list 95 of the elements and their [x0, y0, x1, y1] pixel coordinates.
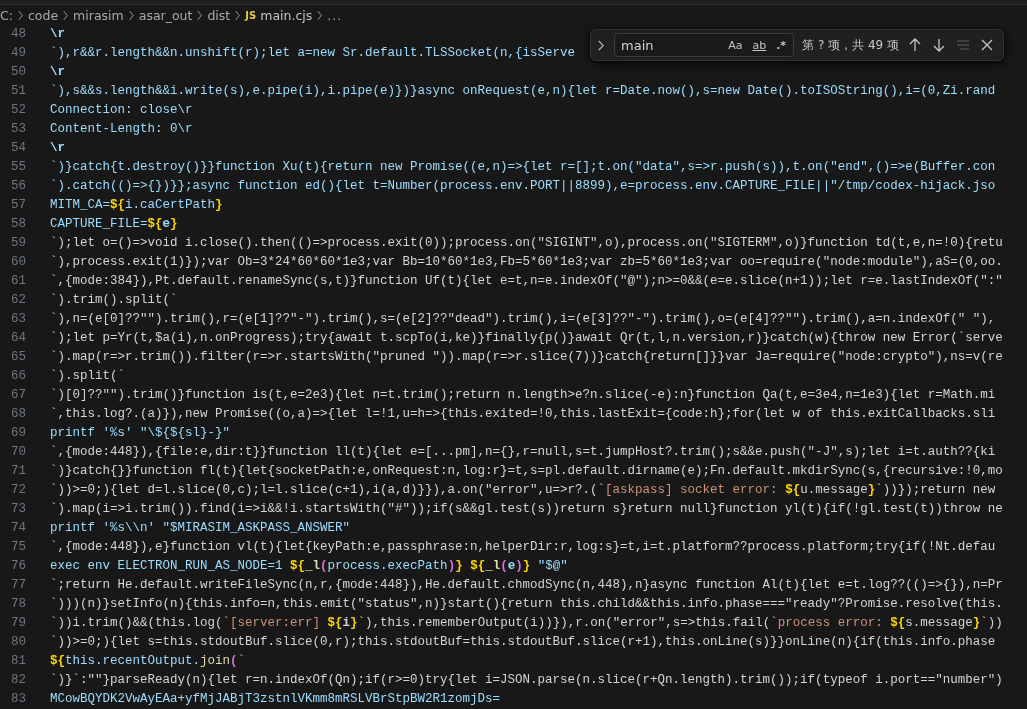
code-line: `)}`:""}parseReady(n){let r=n.indexOf(Qn);if(r>=0)try{let i=JSON.parse(n.slice(r+Qn.length).trim());if(typeof i.port=="number"): [50, 672, 1003, 689]
code-line: `)}catch{}}function fl(t){let{socketPath:e,onRequest:n,log:r}=t,s=pl.default.dirname(e);Fn.default.mkdirSync(s,{recursive:!0,mo: [50, 463, 1003, 480]
line-number: 56: [10, 178, 26, 195]
code-line: \r: [50, 64, 65, 81]
code-line: printf '%s' "\${${sl}-}": [50, 425, 231, 442]
code-line: `),s&&s.length&&i.write(s),e.pipe(i),i.pipe(e)})}async onRequest(e,n){let r=Date.now(),s=new Date().toISOString(),i=(0,Zi.rand: [50, 83, 996, 100]
line-number: 65: [10, 349, 26, 366]
code-line: printf '%s\\n' "$MIRASIM_ASKPASS_ANSWER": [50, 520, 351, 537]
breadcrumb-item[interactable]: code: [27, 7, 59, 23]
code-line: `))i.trim()&&(this.log(`[server:err] ${i}`),this.rememberOutput(i))}),r.on("error",s=>this.fail(`process error: ${s.message}`)): [50, 615, 1003, 632]
breadcrumb-item[interactable]: main.cjs: [260, 7, 313, 23]
line-number: 76: [10, 558, 26, 575]
line-number: 50: [10, 64, 26, 81]
arrow-down-icon[interactable]: [931, 37, 947, 53]
line-number: 83: [10, 691, 26, 708]
line-number: 73: [10, 501, 26, 518]
line-number: 53: [10, 121, 26, 138]
chevron-icon: [16, 9, 24, 21]
code-line: `)))(n)}setInfo(n){this.info=n,this.emit("status",n)}start(){return this.child&&this.info.phase==="ready"?Promise.resolve(this.: [50, 596, 1003, 613]
code-line: `);let p=Yr(t,$a(i),n.onProgress);try{await t.scpTo(i,ke)}finally{p()}await Qr(t,l,n.version,r)}catch(w){throw new Error(`serve: [50, 330, 1003, 347]
code-line: `)}catch{t.destroy()}}function Xu(t){return new Promise((e,n)=>{let r=[];t.on("data",s=>r.push(s)),t.on("end",()=>e(Buffer.con: [50, 159, 996, 176]
code-line: `).map(i=>i.trim()).find(i=>i&&!i.startsWith("#"));if(s&&gl.test(s))return s}return null}function yl(t){if(!gl.test(t))throw ne: [50, 501, 1003, 518]
line-number: 71: [10, 463, 26, 480]
close-icon[interactable]: [979, 37, 995, 53]
line-number: 62: [10, 292, 26, 309]
line-number: 82: [10, 672, 26, 689]
toggle-replace-button[interactable]: [597, 38, 606, 52]
code-line: `),process.exit(1)});var Ob=3*24*60*60*1e3;var Bb=10*60*1e3,Fb=5*60*1e3;var zb=5*60*1e3;var oo=require("node:module"),aS=(0,oo.: [50, 254, 1003, 271]
code-line: `).map(r=>r.trim()).filter(r=>r.startsWith("pruned ")).map(r=>r.slice(7))}catch{return[]}}var Ja=require("node:crypto"),ns=v(re: [50, 349, 1003, 366]
code-line: `),n=(e[0]??"").trim(),r=(e[1]??"-").trim(),s=(e[2]??"dead").trim(),i=(e[3]??"-").trim(),o=(e[4]??"").trim(),a=n.indexOf(" "),: [50, 311, 996, 328]
find-option-toggle[interactable]: .*: [773, 37, 790, 53]
code-line: Connection: close\r: [50, 102, 193, 119]
code-line: `,this.log?.(a)}),new Promise((o,a)=>{let l=!1,u=h=>{this.exited=!0,this.lastExit={code:h};for(let w of this.exitCallbacks.sli: [50, 406, 996, 423]
code-line: exec env ELECTRON_RUN_AS_NODE=1 ${_l(process.execPath)} ${_l(e)} "$@": [50, 558, 568, 575]
code-line: `,{mode:448}),{file:e,dir:t}}function ll(t){let e=[...pm],n={},r=null,s=t.jumpHost?.trim();s&&e.push("-J",s);let i=t.auth??{ki: [50, 444, 996, 461]
find-input[interactable]: main Aa ab .*: [614, 33, 795, 57]
chevron-icon: [62, 9, 70, 21]
code-line: \r: [50, 26, 65, 43]
code-line: ${this.recentOutput.join(`: [50, 653, 246, 670]
line-number: 57: [10, 197, 26, 214]
line-number: 60: [10, 254, 26, 271]
line-number: 75: [10, 539, 26, 556]
code-line: `,{mode:448}),e}function vl(t){let{keyPath:e,passphrase:n,helperDir:r,log:s}=t,i=t.platform??process.platform;try{if(!Nt.defau: [50, 539, 996, 556]
code-line: Content-Length: 0\r: [50, 121, 193, 138]
line-number: 81: [10, 653, 26, 670]
code-line: `);let o=()=>void i.close().then(()=>process.exit(0));process.on("SIGINT",o),process.on("SIGTERM",o)}function td(t,e,n=!0){retu: [50, 235, 1003, 252]
find-option-toggle[interactable]: ab: [749, 37, 770, 53]
code-line: `;return He.default.writeFileSync(n,r,{mode:448}),He.default.chmodSync(n,448),n}async function Al(t){let e=t.log??(()=>{}),n=Pr: [50, 577, 1003, 594]
line-number: 67: [10, 387, 26, 404]
line-number: 80: [10, 634, 26, 651]
code-line: CAPTURE_FILE=${e}: [50, 216, 178, 233]
breadcrumb-item[interactable]: dist: [207, 7, 231, 23]
breadcrumb-item[interactable]: C:: [0, 7, 13, 23]
chevron-icon: [234, 9, 242, 21]
find-option-toggle[interactable]: Aa: [725, 37, 746, 53]
js-file-icon: JS: [245, 9, 257, 21]
line-number: 70: [10, 444, 26, 461]
code-line: MCowBQYDK2VwAyEAa+yfMjJABjT3zstnlVKmm8mRSLVBrStpBW2R1zomjDs=: [50, 691, 501, 708]
line-number: 74: [10, 520, 26, 537]
line-number: 78: [10, 596, 26, 613]
line-number: 61: [10, 273, 26, 290]
line-number: 69: [10, 425, 26, 442]
match-count: 第 ? 项，共 49 项: [802, 36, 899, 54]
line-number: 55: [10, 159, 26, 176]
chevron-icon: [127, 9, 135, 21]
code-line: `).catch(()=>{})}};async function ed(){let t=Number(process.env.PORT||8899),e=process.env.CAPTURE_FILE||"/tmp/codex-hijack.jso: [50, 178, 996, 195]
line-number: 54: [10, 140, 26, 157]
line-number: 64: [10, 330, 26, 347]
line-number: 58: [10, 216, 26, 233]
line-number: 79: [10, 615, 26, 632]
line-number: 68: [10, 406, 26, 423]
code-line: MITM_CA=${i.caCertPath}: [50, 197, 223, 214]
line-number: 49: [10, 45, 26, 62]
breadcrumb-item[interactable]: mirasim: [73, 7, 124, 23]
line-number: 48: [10, 26, 26, 43]
chevron-icon: [316, 9, 324, 21]
line-number: 51: [10, 83, 26, 100]
code-line: \r: [50, 140, 65, 157]
chevron-icon: [196, 9, 204, 21]
code-line: `).trim().split(`: [50, 292, 178, 309]
code-line: `))>=0;){let s=this.stdoutBuf.slice(0,r);this.stdoutBuf=this.stdoutBuf.slice(r+1),this.onLine(s)}}onLine(n){if(this.info.phase: [50, 634, 996, 651]
breadcrumb-item[interactable]: asar_out: [138, 7, 193, 23]
code-line: `),r&&r.length&&n.unshift(r);let a=new Sr.default.TLSSocket(n,{isServe: [50, 45, 576, 62]
code-line: `)[0]??"").trim()}function is(t,e=2e3){let n=t.trim();return n.length>e?n.slice(-e):n}function Qa(t,e=3e4,n=1e3){let r=Math.mi: [50, 387, 996, 404]
line-number: 77: [10, 577, 26, 594]
code-line: `).split(`: [50, 368, 125, 385]
line-number: 52: [10, 102, 26, 119]
code-line: `,{mode:384}),Pt.default.renameSync(s,t)}function Uf(t){let e=t,n=e.indexOf("@");n>=0&&(e=e.slice(n+1));let r=e.lastIndexOf(":": [50, 273, 1003, 290]
code-line: `))>=0;){let d=l.slice(0,c);l=l.slice(c+1),i(a,d)}}),a.on("error",u=>r?.(`[askpass] socket error: ${u.message}`))});return new: [50, 482, 996, 499]
breadcrumb-more[interactable]: ...: [327, 7, 343, 23]
line-number: 63: [10, 311, 26, 328]
line-number: 59: [10, 235, 26, 252]
arrow-up-icon[interactable]: [907, 37, 923, 53]
line-number: 72: [10, 482, 26, 499]
line-number: 66: [10, 368, 26, 385]
